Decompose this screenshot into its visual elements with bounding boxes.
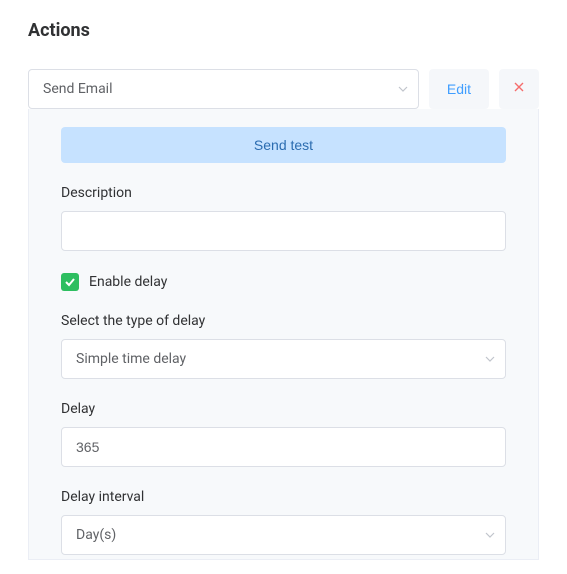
check-icon [64, 276, 76, 288]
delay-interval-label: Delay interval [61, 489, 506, 505]
delay-type-select[interactable]: Simple time delay [61, 339, 506, 379]
description-group: Description [61, 185, 506, 251]
delay-type-value: Simple time delay [61, 339, 506, 379]
delay-group: Delay [61, 401, 506, 467]
action-type-value: Send Email [28, 69, 419, 109]
delay-interval-group: Delay interval Day(s) [61, 489, 506, 555]
action-header-row: Send Email Edit [28, 69, 539, 109]
delay-interval-value: Day(s) [61, 515, 506, 555]
close-icon [513, 81, 525, 97]
delay-input[interactable] [61, 427, 506, 467]
section-title: Actions [28, 20, 539, 41]
remove-button[interactable] [499, 69, 539, 109]
delay-label: Delay [61, 401, 506, 417]
enable-delay-group: Enable delay [61, 273, 506, 291]
enable-delay-label[interactable]: Enable delay [89, 274, 167, 290]
send-test-button[interactable]: Send test [61, 127, 506, 163]
action-type-select[interactable]: Send Email [28, 69, 419, 109]
enable-delay-checkbox[interactable] [61, 273, 79, 291]
action-body: Send test Description Enable delay Selec… [28, 109, 539, 560]
delay-type-group: Select the type of delay Simple time del… [61, 313, 506, 379]
delay-type-label: Select the type of delay [61, 313, 506, 329]
description-input[interactable] [61, 211, 506, 251]
edit-button[interactable]: Edit [429, 69, 489, 109]
description-label: Description [61, 185, 506, 201]
delay-interval-select[interactable]: Day(s) [61, 515, 506, 555]
